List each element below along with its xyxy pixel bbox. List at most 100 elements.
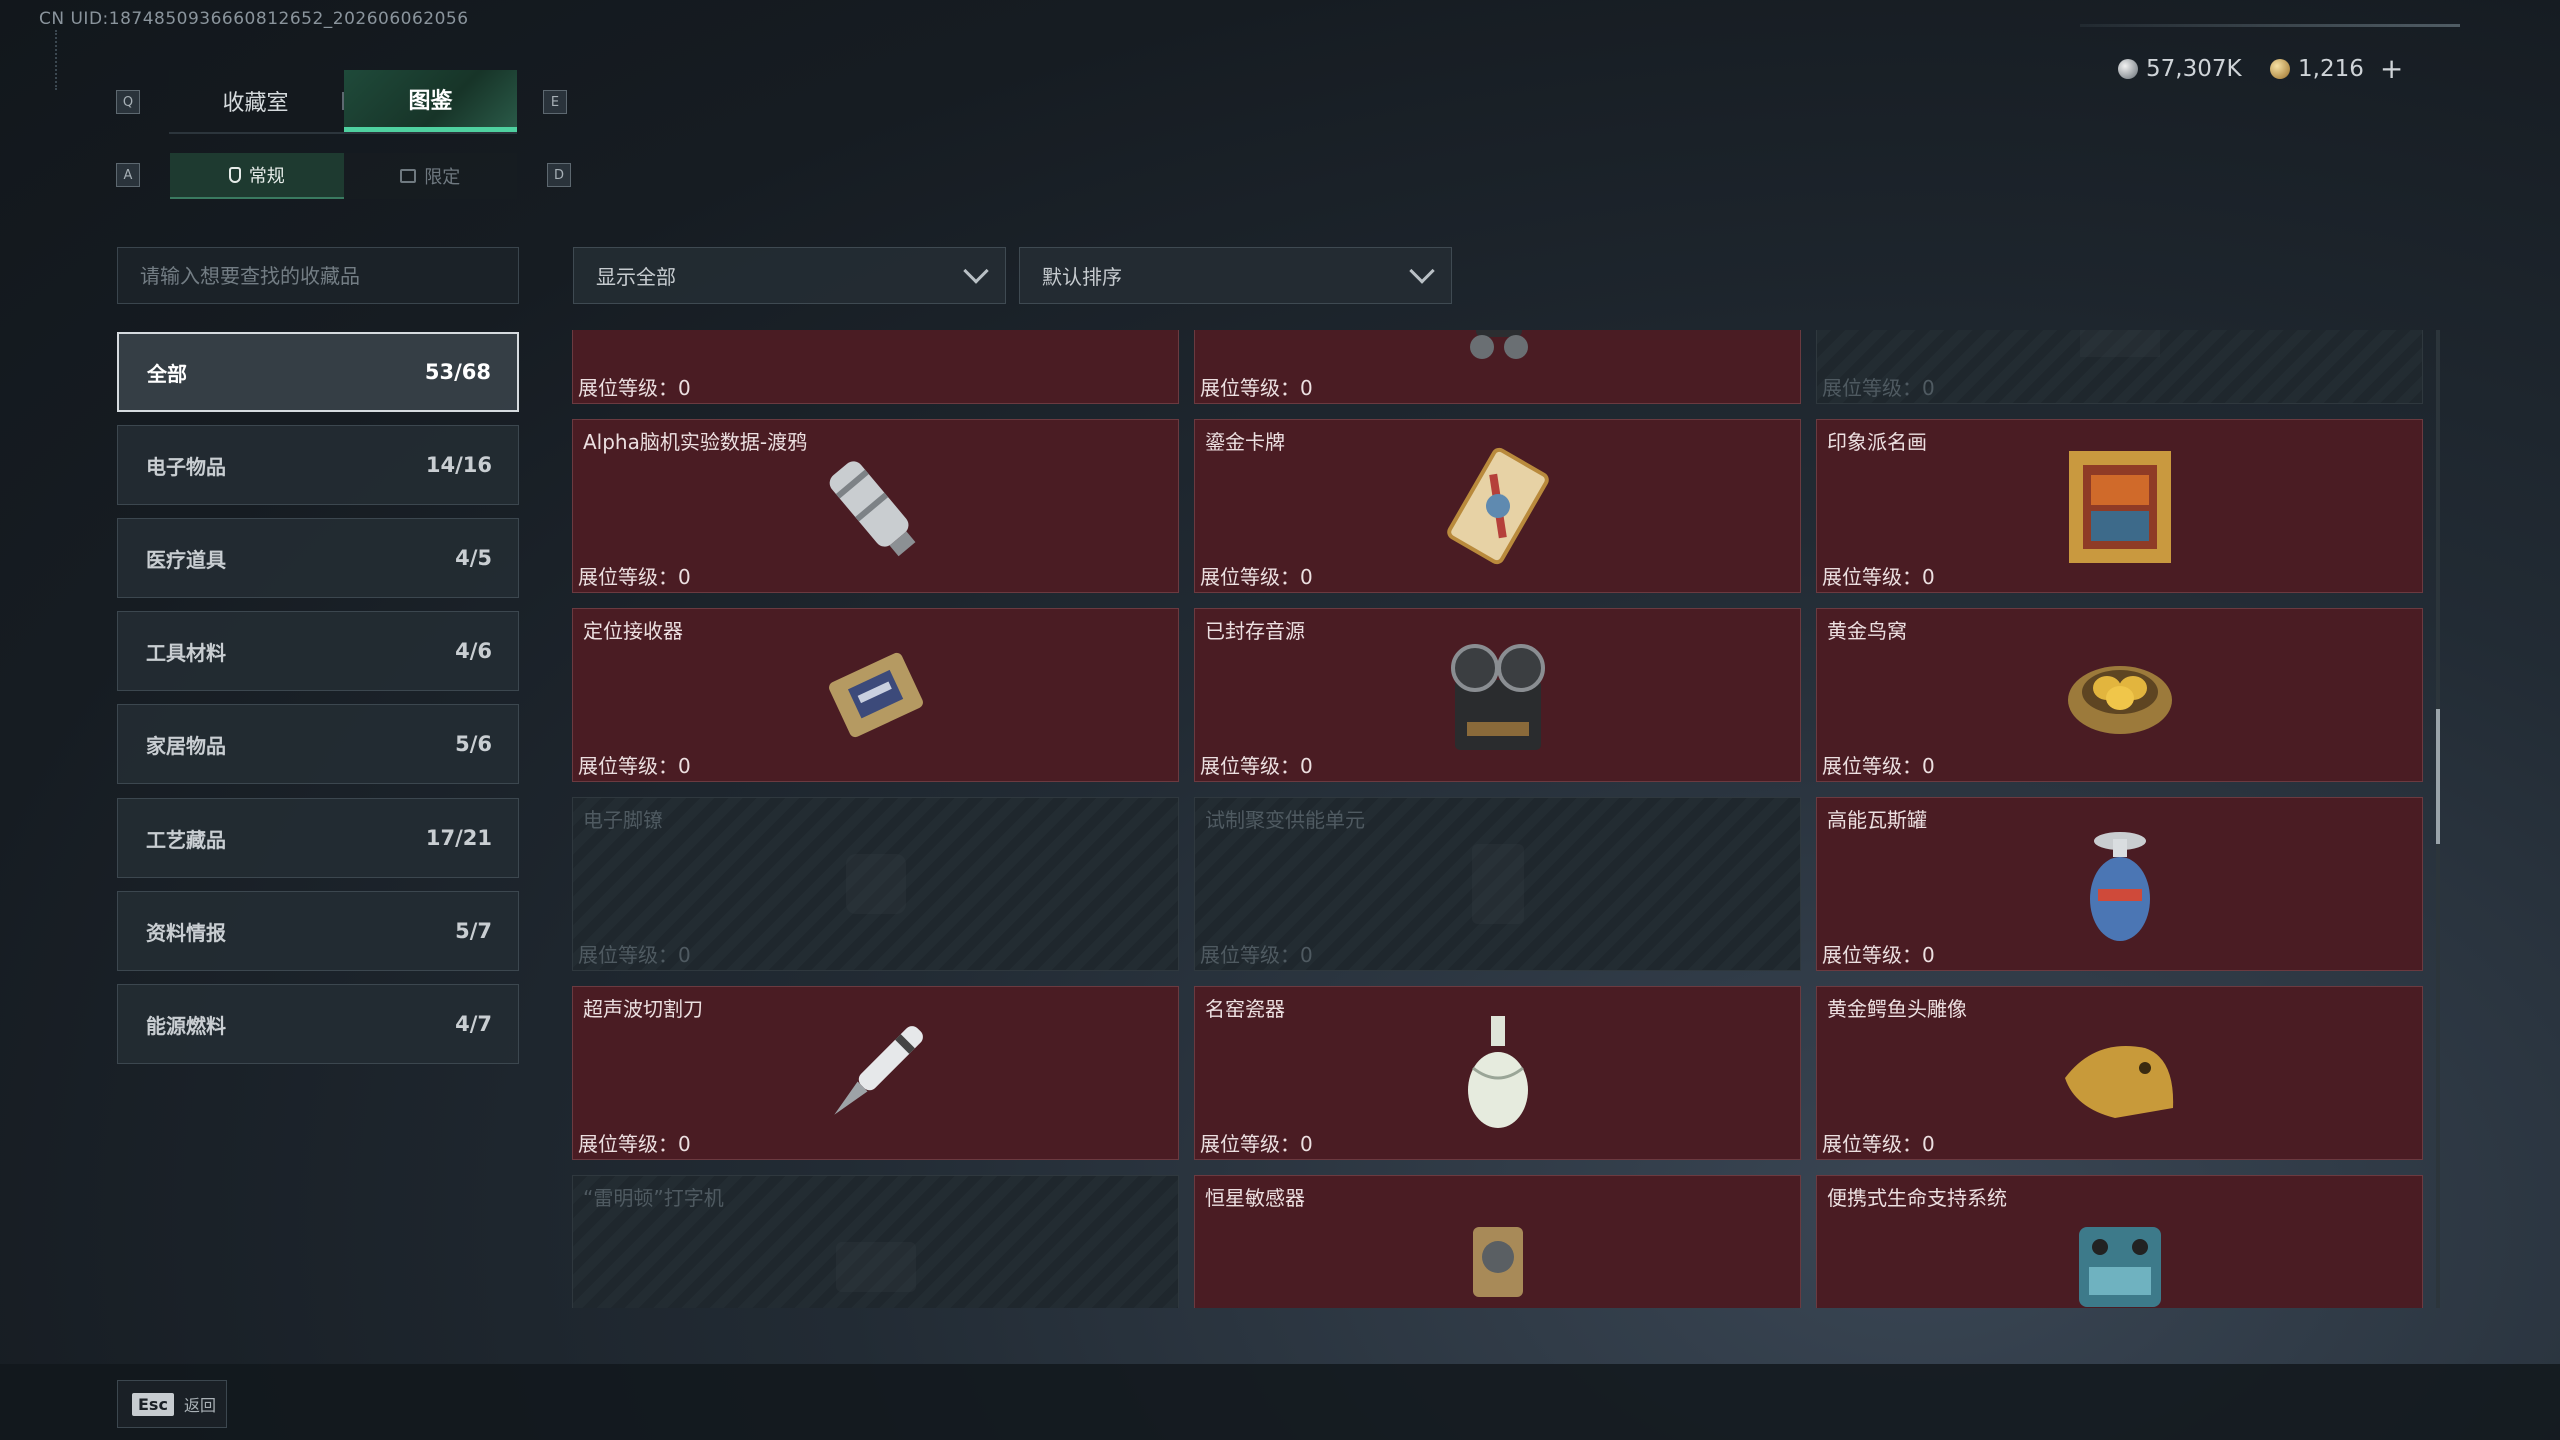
chevron-down-icon — [963, 257, 989, 284]
collection-card[interactable]: 展位等级：0 — [1194, 330, 1801, 404]
back-label: 返回 — [183, 1396, 216, 1415]
collection-card[interactable]: 黄金鳄鱼头雕像展位等级：0 — [1816, 986, 2423, 1160]
crocodile-statue-icon — [2050, 1003, 2190, 1143]
item-name: 定位接收器 — [583, 619, 683, 643]
uid-decoration — [55, 30, 69, 90]
gold-currency[interactable]: 1,216 + — [2270, 55, 2403, 83]
esc-key-hint: Esc — [132, 1392, 174, 1416]
limited-icon — [400, 169, 417, 183]
category-label: 全部 — [147, 361, 187, 386]
collection-card[interactable]: 已封存音源展位等级：0 — [1194, 608, 1801, 782]
display-level: 展位等级：0 — [578, 565, 691, 589]
sort-dropdown-value: 默认排序 — [1042, 265, 1122, 289]
collection-card[interactable]: 展位等级：0 — [1816, 330, 2423, 404]
display-level: 展位等级：0 — [1200, 1132, 1313, 1156]
scrollbar-thumb[interactable] — [2436, 709, 2440, 845]
display-level: 展位等级：0 — [1200, 943, 1313, 967]
category-count: 4/5 — [455, 546, 492, 570]
subtab-limited[interactable]: 限定 — [344, 153, 518, 199]
golden-nest-icon — [2050, 625, 2190, 765]
display-level: 展位等级：0 — [1822, 754, 1935, 778]
painting-icon — [2050, 436, 2190, 576]
collection-card[interactable]: 定位接收器展位等级：0 — [572, 608, 1179, 782]
radio-device-icon — [1428, 330, 1568, 387]
subtab-limited-label: 限定 — [424, 167, 461, 188]
item-name: 试制聚变供能单元 — [1205, 808, 1365, 832]
collection-card[interactable]: 展位等级：0 — [572, 330, 1179, 404]
item-name: 名窑瓷器 — [1205, 997, 1285, 1021]
category-count: 53/68 — [424, 360, 491, 384]
collection-card[interactable]: 名窑瓷器展位等级：0 — [1194, 986, 1801, 1160]
display-level: 展位等级：0 — [1200, 754, 1313, 778]
category-label: 能源燃料 — [146, 1013, 226, 1038]
item-name: 已封存音源 — [1205, 619, 1305, 643]
display-level: 展位等级：0 — [1200, 565, 1313, 589]
category-label: 工艺藏品 — [146, 827, 226, 852]
item-name: 电子脚镣 — [583, 808, 663, 832]
typewriter-icon — [806, 1192, 946, 1308]
collection-card[interactable]: 超声波切割刀 展位等级：0 — [572, 986, 1179, 1160]
gilded-card-icon — [1428, 436, 1568, 576]
collection-card[interactable]: 恒星敏感器 — [1194, 1175, 1801, 1308]
regular-icon — [228, 167, 241, 183]
category-tools[interactable]: 工具材料 4/6 — [117, 611, 519, 691]
category-count: 4/7 — [455, 1012, 492, 1036]
category-medical[interactable]: 医疗道具 4/5 — [117, 518, 519, 598]
category-count: 5/6 — [455, 732, 492, 756]
collection-card[interactable]: 便携式生命支持系统 — [1816, 1175, 2423, 1308]
category-energy[interactable]: 能源燃料 4/7 — [117, 984, 519, 1064]
sort-dropdown[interactable]: 默认排序 — [1019, 247, 1452, 304]
display-level: 展位等级：0 — [578, 754, 691, 778]
add-currency-button[interactable]: + — [2380, 55, 2403, 83]
item-name: 黄金鸟窝 — [1827, 619, 1907, 643]
data-canister-icon — [806, 436, 946, 576]
silver-currency: 57,307K — [2118, 56, 2242, 82]
search-input[interactable] — [117, 247, 519, 304]
display-level: 展位等级：0 — [1822, 565, 1935, 589]
collection-card[interactable]: 电子脚镣 展位等级：0 — [572, 797, 1179, 971]
category-crafts[interactable]: 工艺藏品 17/21 — [117, 798, 519, 878]
main-tabs: 收藏室 图鉴 — [169, 70, 517, 134]
display-level: 展位等级：0 — [1822, 1132, 1935, 1156]
subtab-regular-label: 常规 — [248, 166, 285, 187]
subtab-regular[interactable]: 常规 — [170, 153, 344, 199]
item-name: 鎏金卡牌 — [1205, 430, 1285, 454]
life-support-icon — [2050, 1192, 2190, 1308]
category-all[interactable]: 全部 53/68 — [117, 332, 519, 412]
item-name: 便携式生命支持系统 — [1827, 1186, 2007, 1210]
item-name: 印象派名画 — [1827, 430, 1927, 454]
collection-card[interactable]: 鎏金卡牌展位等级：0 — [1194, 419, 1801, 593]
key-hint-q: Q — [116, 90, 140, 114]
category-count: 14/16 — [425, 453, 492, 477]
key-hint-d: D — [547, 163, 571, 187]
collection-card[interactable]: 黄金鸟窝展位等级：0 — [1816, 608, 2423, 782]
category-label: 电子物品 — [146, 454, 226, 479]
collection-card[interactable]: 印象派名画展位等级：0 — [1816, 419, 2423, 593]
user-uid: CN UID:1874850936660812652_202606062056 — [39, 9, 469, 29]
collection-card[interactable]: 试制聚变供能单元展位等级：0 — [1194, 797, 1801, 971]
filter-dropdown[interactable]: 显示全部 — [573, 247, 1006, 304]
item-name: 恒星敏感器 — [1205, 1186, 1305, 1210]
tab-collection-room[interactable]: 收藏室 — [169, 70, 342, 132]
collection-card[interactable]: Alpha脑机实验数据-渡鸦展位等级：0 — [572, 419, 1179, 593]
sub-tabs: 常规 限定 — [170, 153, 517, 199]
category-electronics[interactable]: 电子物品 14/16 — [117, 425, 519, 505]
key-hint-e: E — [543, 90, 567, 114]
item-name: Alpha脑机实验数据-渡鸦 — [583, 430, 808, 454]
fusion-cell-icon — [1428, 814, 1568, 954]
key-hint-a: A — [116, 163, 140, 187]
tab-encyclopedia[interactable]: 图鉴 — [344, 70, 517, 132]
silver-amount: 57,307K — [2146, 56, 2242, 82]
display-level: 展位等级：0 — [578, 1132, 691, 1156]
category-household[interactable]: 家居物品 5/6 — [117, 704, 519, 784]
back-button[interactable]: Esc 返回 — [117, 1380, 227, 1428]
silver-coin-icon — [2118, 59, 2138, 79]
porcelain-vase-icon — [1428, 1003, 1568, 1143]
bottom-bar — [0, 1364, 2560, 1440]
item-name: 黄金鳄鱼头雕像 — [1827, 997, 1967, 1021]
category-label: 家居物品 — [146, 733, 226, 758]
category-intel[interactable]: 资料情报 5/7 — [117, 891, 519, 971]
collection-card[interactable]: “雷明顿”打字机 — [572, 1175, 1179, 1308]
collection-card[interactable]: 高能瓦斯罐 展位等级：0 — [1816, 797, 2423, 971]
caviar-tin-icon — [806, 330, 946, 387]
